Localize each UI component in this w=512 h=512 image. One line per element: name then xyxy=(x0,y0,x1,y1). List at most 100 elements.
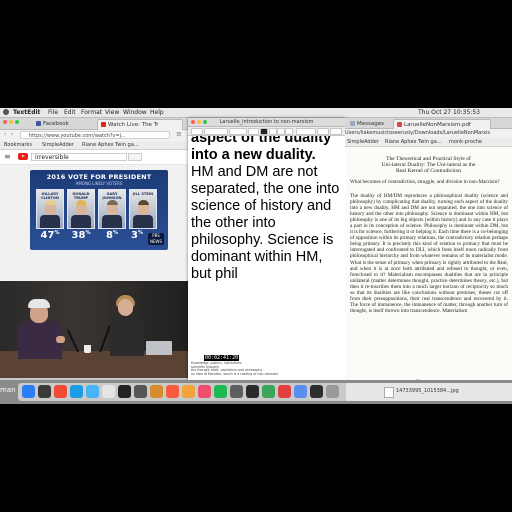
candidate-suit xyxy=(133,215,153,228)
dock-app-icon[interactable] xyxy=(134,385,147,398)
dock-app-icon[interactable] xyxy=(54,385,67,398)
dock-app-icon[interactable] xyxy=(166,385,179,398)
minimize-window-icon[interactable] xyxy=(197,120,201,124)
font-style-select[interactable] xyxy=(229,128,247,135)
paragraph-style-icon[interactable] xyxy=(191,128,203,135)
candidate-name: JILL STEIN xyxy=(132,192,154,196)
speaker-hand xyxy=(56,336,65,343)
bookmark-item[interactable]: SimpleAdder xyxy=(42,141,74,149)
pdf-tab-bar: Messages LaruelleNonMarxism.pdf xyxy=(345,118,512,130)
hamburger-icon[interactable]: ≡ xyxy=(4,152,11,161)
zoom-window-icon[interactable] xyxy=(203,120,207,124)
address-input[interactable]: https://www.youtube.com/watch?v=j... xyxy=(20,131,170,139)
tab-messages[interactable]: Messages xyxy=(347,119,391,129)
pbs-logo: PBS NEWS xyxy=(148,233,164,245)
forward-arrow-icon[interactable]: › xyxy=(11,131,13,138)
download-filename[interactable]: 14733995_1015384...jpg xyxy=(396,388,459,394)
dock-app-icon[interactable] xyxy=(278,385,291,398)
dock-app-icon[interactable] xyxy=(22,385,35,398)
dock-app-icon[interactable] xyxy=(102,385,115,398)
list-icon[interactable] xyxy=(330,128,342,135)
text-color-icon[interactable] xyxy=(260,128,268,135)
menu-app-name[interactable]: TextEdit xyxy=(13,108,40,117)
speaker-hair xyxy=(28,299,50,308)
dock-app-icon[interactable] xyxy=(326,385,339,398)
dock-app-icon[interactable] xyxy=(70,385,83,398)
letterbox-background: TextEdit File Edit Format View Window He… xyxy=(0,0,512,512)
candidate-suit xyxy=(71,215,91,228)
dock-app-icon[interactable] xyxy=(214,385,227,398)
underline-icon[interactable] xyxy=(285,128,293,135)
dock-app-icon[interactable] xyxy=(150,385,163,398)
candidate-hair xyxy=(107,200,118,205)
bold-icon[interactable] xyxy=(269,128,277,135)
candidate-hair xyxy=(45,200,56,205)
desktop-screen: TextEdit File Edit Format View Window He… xyxy=(0,108,512,404)
youtube-logo-icon[interactable] xyxy=(18,153,28,160)
minimize-window-icon[interactable] xyxy=(9,120,13,124)
menu-icon[interactable]: ≡ xyxy=(176,130,182,138)
youtube-header: ≡ irreversible xyxy=(0,150,191,165)
dock-app-icon[interactable] xyxy=(38,385,51,398)
interviewer-body xyxy=(110,316,144,356)
candidate-suit xyxy=(102,215,122,228)
dock-app-icon[interactable] xyxy=(310,385,323,398)
pdf-question: What becomes of contradiction, struggle,… xyxy=(350,179,500,185)
close-window-icon[interactable] xyxy=(3,120,7,124)
bookmark-item[interactable]: Bookmarks xyxy=(4,141,32,149)
candidate-card: HILLARY CLINTON xyxy=(36,189,64,229)
close-window-icon[interactable] xyxy=(191,120,195,124)
address-toolbar: ‹ › https://www.youtube.com/watch?v=j...… xyxy=(0,130,191,140)
file-icon[interactable] xyxy=(384,387,394,398)
bookmark-item[interactable]: Riane Aphex Twin ga... xyxy=(385,138,442,146)
spacing-icon[interactable] xyxy=(317,128,329,135)
bookmark-item[interactable]: SimpleAdder xyxy=(347,138,379,146)
search-icon[interactable] xyxy=(128,153,142,161)
youtube-search-input[interactable]: irreversible xyxy=(31,153,127,161)
tab-label: Facebook xyxy=(43,121,69,127)
bookmark-item[interactable]: monk-proche xyxy=(449,138,482,146)
menu-window[interactable]: Window xyxy=(123,108,147,117)
tab-facebook[interactable]: Facebook xyxy=(33,119,95,129)
font-family-select[interactable] xyxy=(204,128,228,135)
interview-video[interactable] xyxy=(0,281,190,378)
pdf-page[interactable]: The Theoretical and Practical Style of U… xyxy=(345,147,512,390)
candidate-card: DONALD TRUMP xyxy=(67,189,95,229)
dock-app-icon[interactable] xyxy=(86,385,99,398)
zoom-window-icon[interactable] xyxy=(15,120,19,124)
candidate-percent: 38% xyxy=(71,230,91,241)
document-bold-text: aspect of the duality into a new duality… xyxy=(191,136,332,163)
pdf-browser-window: Messages LaruelleNonMarxism.pdf Users/li… xyxy=(345,118,512,390)
apple-menu-icon[interactable] xyxy=(3,109,9,115)
facebook-icon xyxy=(36,121,41,126)
back-arrow-icon[interactable]: ‹ xyxy=(4,131,6,138)
dock-app-icon[interactable] xyxy=(182,385,195,398)
dock-app-icon[interactable] xyxy=(246,385,259,398)
menu-view[interactable]: View xyxy=(105,108,119,117)
candidate-card: JILL STEIN xyxy=(129,189,157,229)
dock-app-icon[interactable] xyxy=(294,385,307,398)
tab-youtube-live[interactable]: Watch Live: The Tr xyxy=(97,119,183,130)
candidate-percent: 47% xyxy=(40,230,60,241)
menu-help[interactable]: Help xyxy=(150,108,164,117)
dock-app-icon[interactable] xyxy=(230,385,243,398)
italic-icon[interactable] xyxy=(277,128,285,135)
menu-format[interactable]: Format xyxy=(81,108,102,117)
menu-clock[interactable]: Thu Oct 27 10:35:53 xyxy=(418,108,480,117)
dock-app-icon[interactable] xyxy=(118,385,131,398)
menu-file[interactable]: File xyxy=(48,108,58,117)
document-body[interactable]: aspect of the duality into a new duality… xyxy=(188,136,345,383)
candidate-name: GARY JOHNSON xyxy=(102,192,122,200)
font-size-select[interactable] xyxy=(248,128,259,135)
poll-graphic: 2016 VOTE FOR PRESIDENT AMONG LIKELY VOT… xyxy=(30,170,168,250)
bookmark-item[interactable]: Riane Aphex Twin ga... xyxy=(82,141,139,149)
menu-edit[interactable]: Edit xyxy=(64,108,76,117)
candidate-suit xyxy=(40,215,60,228)
pdf-address-input[interactable]: Users/liakemusictoseerusiy/Downloads/Lar… xyxy=(345,129,512,137)
dock-app-icon[interactable] xyxy=(262,385,275,398)
candidate-hair xyxy=(76,200,87,205)
text-document-window: Laruelle_introduction to non-marxism asp… xyxy=(188,118,345,383)
dock-app-icon[interactable] xyxy=(198,385,211,398)
candidate-percent: 3% xyxy=(131,230,143,241)
align-icon[interactable] xyxy=(296,128,316,135)
